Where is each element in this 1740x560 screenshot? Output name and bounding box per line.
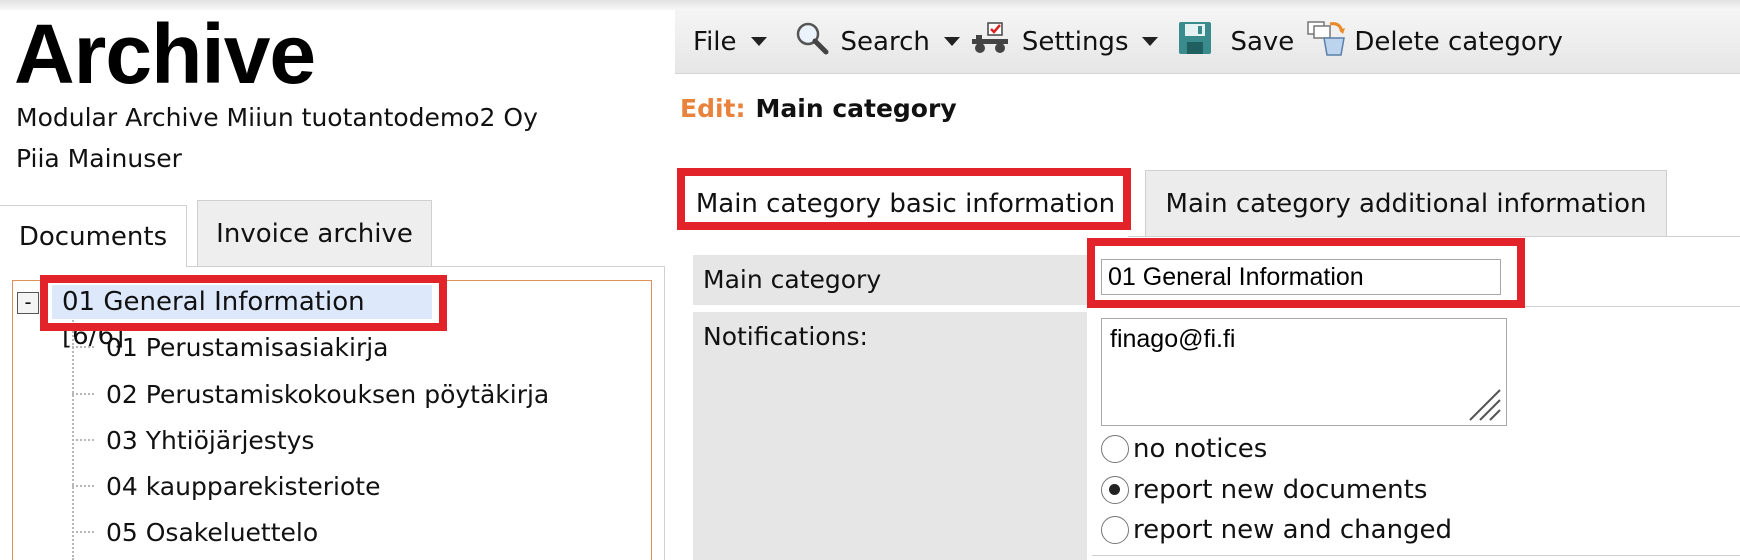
radio-no-notices[interactable]: no notices xyxy=(1101,434,1267,464)
tree-item[interactable]: 01 Perustamisasiakirja xyxy=(72,329,389,365)
left-panel-border xyxy=(664,266,665,560)
tree-item-label: 05 Osakeluettelo xyxy=(106,517,319,547)
settings-menu-label: Settings xyxy=(1021,26,1129,57)
notifications-label: Notifications: xyxy=(693,312,1087,560)
radio-report-new-documents[interactable]: report new documents xyxy=(1101,475,1427,505)
tree-branch-line xyxy=(72,346,94,348)
chevron-down-icon[interactable] xyxy=(750,37,767,46)
tab-documents[interactable]: Documents xyxy=(0,205,187,267)
resize-grip-icon[interactable] xyxy=(1466,386,1502,422)
tab-basic-information[interactable]: Main category basic information xyxy=(683,170,1128,237)
delete-category-button[interactable]: Delete category xyxy=(1306,20,1563,63)
edit-label: Edit: xyxy=(680,94,746,123)
tab-additional-information[interactable]: Main category additional information xyxy=(1145,170,1667,237)
company-name: Modular Archive Miiun tuotantodemo2 Oy xyxy=(16,103,538,132)
radio-button[interactable] xyxy=(1101,476,1129,504)
chevron-down-icon[interactable] xyxy=(1142,37,1159,46)
notifications-textarea[interactable]: finago@fi.fi xyxy=(1101,318,1507,426)
radio-button[interactable] xyxy=(1101,516,1129,544)
tree-branch-line xyxy=(72,531,94,533)
settings-icon xyxy=(970,21,1010,62)
radio-label: report new documents xyxy=(1133,475,1428,505)
chevron-down-icon[interactable] xyxy=(943,37,960,46)
tree-item[interactable]: 02 Perustamiskokouksen pöytäkirja xyxy=(72,376,549,412)
save-button[interactable]: Save xyxy=(1178,21,1294,62)
right-tab-divider xyxy=(1128,236,1740,237)
app-title: Archive xyxy=(14,7,316,101)
save-button-label: Save xyxy=(1230,26,1295,57)
tree-item[interactable]: 05 Osakeluettelo xyxy=(72,514,318,550)
tree-item[interactable]: 04 kaupparekisteriote xyxy=(72,468,380,504)
search-menu[interactable]: Search xyxy=(795,21,960,62)
row-divider xyxy=(1092,555,1740,556)
tab-additional-information-label: Main category additional information xyxy=(1165,189,1647,219)
tab-documents-label: Documents xyxy=(18,221,168,252)
tab-basic-information-label: Main category basic information xyxy=(695,188,1116,219)
tree-branch-line xyxy=(72,439,94,441)
toolbar: File Search Settings Save Delete categor… xyxy=(675,10,1740,74)
main-category-label: Main category xyxy=(693,255,1087,305)
radio-label: report new and changed xyxy=(1133,515,1453,545)
save-icon xyxy=(1178,21,1212,62)
search-menu-label: Search xyxy=(840,26,930,57)
radio-report-new-and-changed[interactable]: report new and changed xyxy=(1101,515,1452,545)
notifications-label-text: Notifications: xyxy=(703,322,868,351)
tab-invoice-archive[interactable]: Invoice archive xyxy=(197,200,432,266)
edit-heading: Edit: Main category xyxy=(680,94,957,123)
tab-invoice-archive-label: Invoice archive xyxy=(216,218,413,249)
radio-button[interactable] xyxy=(1101,435,1129,463)
tree-item-label: 03 Yhtiöjärjestys xyxy=(106,425,315,455)
tree-item[interactable]: 03 Yhtiöjärjestys xyxy=(72,422,314,458)
tree-item-label: 02 Perustamiskokouksen pöytäkirja xyxy=(106,379,550,409)
tree-branch-line xyxy=(72,485,94,487)
tree-root-node[interactable]: 01 General Information [6/6] xyxy=(52,285,432,351)
search-icon xyxy=(795,21,829,62)
delete-icon xyxy=(1306,20,1348,63)
main-category-input[interactable] xyxy=(1101,259,1501,295)
settings-menu[interactable]: Settings xyxy=(970,21,1159,62)
tree-item-label: 04 kaupparekisteriote xyxy=(106,471,381,501)
user-name: Piia Mainuser xyxy=(16,144,182,173)
radio-label: no notices xyxy=(1133,434,1268,464)
tree-branch-line xyxy=(72,393,94,395)
tree-collapse-toggle[interactable]: - xyxy=(17,292,39,314)
file-menu[interactable]: File xyxy=(693,27,767,57)
left-tab-divider xyxy=(187,266,665,267)
tree-item-label: 01 Perustamisasiakirja xyxy=(106,332,389,362)
delete-category-label: Delete category xyxy=(1354,26,1563,57)
row-divider xyxy=(1092,306,1740,307)
edit-value: Main category xyxy=(755,94,957,123)
file-menu-label: File xyxy=(693,26,737,57)
